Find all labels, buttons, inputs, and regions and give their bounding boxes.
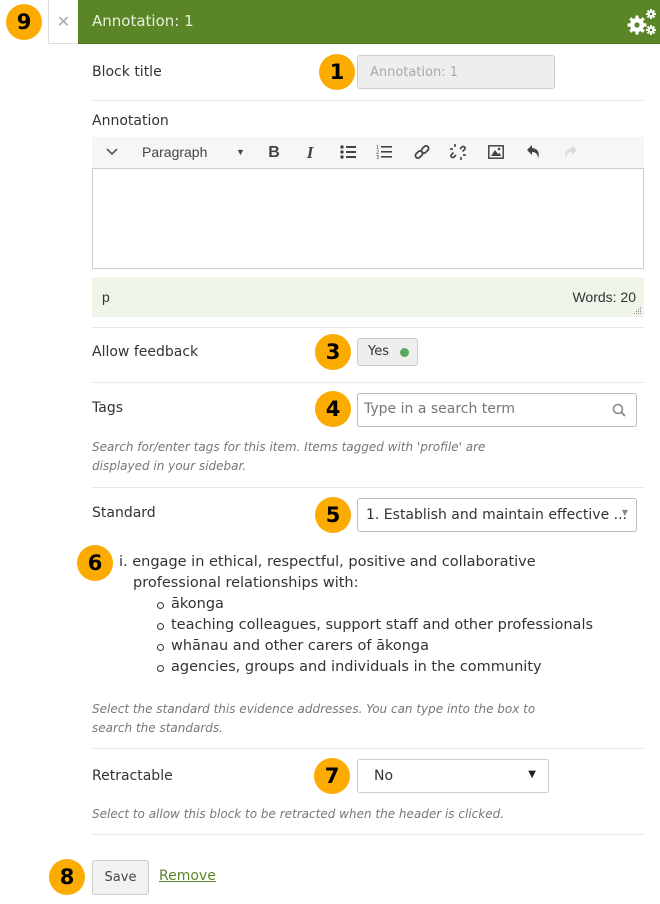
allow-feedback-toggle[interactable]: Yes	[357, 338, 418, 366]
tags-hint: Search for/enter tags for this item. Ite…	[92, 440, 486, 473]
divider	[92, 834, 644, 835]
unlink-icon	[450, 144, 466, 160]
callout-badge-1: 1	[319, 54, 355, 90]
caret-down-icon: ▼	[236, 147, 245, 157]
link-button[interactable]	[410, 137, 434, 168]
redo-icon	[565, 145, 577, 159]
editor-toolbar: Paragraph ▼ B I 123	[92, 137, 644, 168]
retractable-label: Retractable	[92, 768, 173, 784]
retractable-hint: Select to allow this block to be retract…	[92, 807, 505, 821]
list-item: agencies, groups and individuals in the …	[157, 657, 609, 678]
retractable-selected: No	[374, 768, 394, 784]
callout-badge-6: 6	[77, 545, 113, 581]
resize-handle-icon[interactable]	[634, 307, 642, 315]
standard-hint: Select the standard this evidence addres…	[92, 702, 536, 735]
annotation-editor[interactable]	[92, 168, 644, 269]
tags-search-input[interactable]: Type in a search term	[357, 393, 637, 427]
format-select[interactable]: Paragraph ▼	[132, 137, 252, 168]
divider	[92, 748, 644, 749]
retractable-select[interactable]: No ▼	[357, 759, 549, 793]
word-count: Words: 20	[572, 289, 636, 305]
image-button[interactable]	[484, 137, 508, 168]
divider	[92, 100, 644, 101]
remove-link[interactable]: Remove	[159, 868, 216, 884]
annotation-label: Annotation	[92, 113, 169, 129]
format-select-value: Paragraph	[142, 144, 208, 160]
numbered-list-icon: 123	[376, 145, 392, 161]
allow-feedback-value: Yes	[368, 344, 389, 359]
numbered-list-button[interactable]: 123	[372, 137, 396, 168]
element-path[interactable]: p	[102, 289, 110, 305]
standard-selected: 1. Establish and maintain effective ...	[366, 507, 627, 523]
standard-select[interactable]: 1. Establish and maintain effective ... …	[357, 498, 637, 532]
divider	[92, 382, 644, 383]
italic-button[interactable]: I	[298, 137, 322, 168]
chevron-down-icon	[106, 148, 118, 156]
callout-badge-4: 4	[315, 391, 351, 427]
image-icon	[488, 145, 504, 159]
standard-sub-list: ākonga teaching colleagues, support staf…	[119, 594, 609, 678]
gears-icon[interactable]	[626, 6, 658, 38]
undo-icon	[527, 145, 539, 159]
block-header-title: Annotation: 1	[92, 12, 194, 30]
bullet-list-button[interactable]	[336, 137, 360, 168]
block-title-input[interactable]: Annotation: 1	[357, 55, 555, 89]
link-icon	[414, 145, 430, 159]
divider	[92, 487, 644, 488]
allow-feedback-label: Allow feedback	[92, 344, 199, 360]
status-dot-icon	[400, 348, 409, 357]
standard-label: Standard	[92, 505, 156, 521]
bold-icon: B	[268, 144, 280, 161]
close-button[interactable]: ✕	[48, 0, 78, 44]
search-icon[interactable]	[612, 403, 626, 417]
undo-button[interactable]	[522, 137, 546, 168]
list-item: teaching colleagues, support staff and o…	[157, 615, 609, 636]
callout-badge-8: 8	[49, 859, 85, 895]
caret-down-icon: ▼	[528, 769, 536, 780]
toolbar-toggle-button[interactable]	[102, 137, 122, 168]
svg-text:3: 3	[376, 155, 379, 160]
close-icon: ✕	[56, 12, 71, 31]
save-button[interactable]: Save	[92, 860, 149, 895]
unlink-button[interactable]	[446, 137, 470, 168]
tags-placeholder: Type in a search term	[364, 401, 516, 417]
callout-badge-7: 7	[314, 758, 350, 794]
callout-badge-5: 5	[315, 497, 351, 533]
bullet-list-icon	[340, 145, 356, 159]
divider	[92, 327, 644, 328]
bold-button[interactable]: B	[262, 137, 286, 168]
callout-badge-3: 3	[315, 334, 351, 370]
redo-button[interactable]	[558, 137, 582, 168]
editor-statusbar: p Words: 20	[92, 277, 644, 317]
block-title-label: Block title	[92, 64, 162, 80]
callout-badge-9: 9	[6, 4, 42, 40]
standard-main-text: i. engage in ethical, respectful, positi…	[119, 554, 536, 591]
list-item: whānau and other carers of ākonga	[157, 636, 609, 657]
list-item: ākonga	[157, 594, 609, 615]
standard-description: i. engage in ethical, respectful, positi…	[119, 552, 609, 678]
tags-label: Tags	[92, 400, 123, 416]
caret-down-icon: ▼	[621, 508, 628, 517]
italic-icon: I	[306, 143, 314, 162]
